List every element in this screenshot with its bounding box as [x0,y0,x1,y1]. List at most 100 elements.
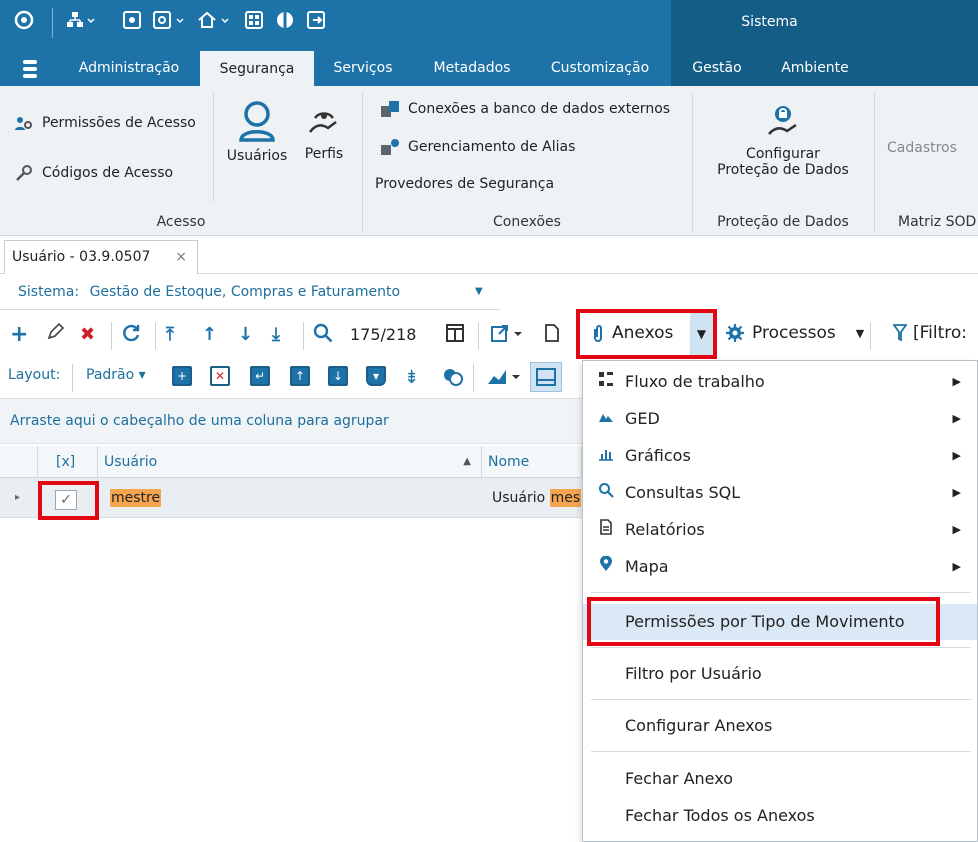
tab-seguranca[interactable]: Segurança [200,51,314,86]
submenu-arrow-icon: ▶ [952,449,961,462]
menu-item-ged-label: GED [625,409,660,428]
app-logo-icon[interactable] [14,10,34,30]
import-layout-icon[interactable]: ↑ [290,366,310,386]
menu-item-filtro-usuario[interactable]: Filtro por Usuário [583,656,977,692]
last-record-icon[interactable]: ⤓ [272,323,280,347]
anexos-button[interactable]: Anexos ▼ [576,309,717,359]
first-record-icon[interactable]: ⤒ [166,323,174,347]
menu-item-mapa[interactable]: Mapa ▶ [583,549,977,585]
panel-icon [536,368,556,386]
calculator-icon[interactable] [244,10,264,30]
gear-icon [726,324,744,342]
chevron-down-icon[interactable]: ▼ [475,274,483,310]
row-expand-icon[interactable]: ▸ [15,478,20,518]
delete-icon[interactable]: ✖ [80,323,95,347]
search-icon[interactable] [313,323,333,350]
panel-toggle-button[interactable] [530,362,562,392]
columns-icon[interactable] [445,323,465,350]
permissoes-acesso-label: Permissões de Acesso [42,115,196,131]
submenu-arrow-icon: ▶ [952,412,961,425]
layout-preset-dropdown[interactable]: Padrão ▾ [86,367,146,383]
anexos-dropdown-arrow[interactable]: ▼ [690,313,713,355]
menu-item-fluxo[interactable]: Fluxo de trabalho ▶ [583,364,977,400]
tab-metadados[interactable]: Metadados [420,50,524,86]
sistema-selector[interactable]: Sistema: Gestão de Estoque, Compras e Fa… [0,274,500,310]
export-icon[interactable] [490,323,524,350]
shield-icon[interactable] [275,10,295,30]
tab-gestao[interactable]: Gestão [680,50,754,86]
permissoes-acesso-button[interactable]: Permissões de Acesso [14,114,196,132]
tab-servicos[interactable]: Serviços [322,50,404,86]
quick-access-separator [52,8,53,38]
document-icon[interactable] [544,323,560,350]
menu-item-fechar-anexo[interactable]: Fechar Anexo [583,761,977,797]
menu-item-relatorios[interactable]: Relatórios ▶ [583,512,977,548]
next-record-icon[interactable]: ↓ [238,323,253,347]
tab-customizacao[interactable]: Customização [538,50,662,86]
cadastros-label: Cadastros [887,140,957,156]
menu-separator [591,647,971,648]
tab-ambiente[interactable]: Ambiente [768,50,862,86]
codigos-acesso-label: Códigos de Acesso [42,165,174,181]
toolbar-separator [870,322,871,350]
gerenciamento-alias-button[interactable]: Gerenciamento de Alias [380,138,575,156]
remove-layout-icon[interactable]: ✕ [210,366,230,386]
return-layout-icon[interactable]: ↵ [250,366,270,386]
app-menu-icon[interactable] [20,58,40,78]
tab-administracao[interactable]: Administração [66,50,192,86]
menu-item-configurar-anexos-label: Configurar Anexos [625,716,773,735]
export-layout-icon[interactable]: ↓ [328,366,348,386]
home-icon[interactable] [197,10,231,30]
brush-icon[interactable]: ▾ [366,366,386,386]
configurar-protecao-button[interactable]: Configurar Proteção de Dados [700,104,866,178]
previous-record-icon[interactable]: ↑ [202,323,217,347]
submenu-arrow-icon: ▶ [952,375,961,388]
exit-icon[interactable] [306,10,326,30]
refresh-window-icon[interactable] [152,10,186,30]
processos-dropdown-icon[interactable]: ▼ [856,327,864,340]
hierarchy-icon[interactable] [66,10,96,30]
cadastros-button[interactable]: Cadastros [887,140,957,156]
ged-icon [595,401,617,437]
nome-highlight: mes [549,489,582,507]
menu-item-fechar-todos-anexos[interactable]: Fechar Todos os Anexos [583,798,977,834]
menu-item-graficos[interactable]: Gráficos ▶ [583,438,977,474]
conexoes-externos-label: Conexões a banco de dados externos [408,101,671,117]
workflow-icon [595,364,617,400]
document-tab-usuario[interactable]: Usuário - 03.9.0507 × [4,240,198,274]
column-header-select[interactable]: [x] [38,446,98,478]
conexoes-externos-button[interactable]: Conexões a banco de dados externos [380,100,670,118]
filtro-button[interactable]: [Filtro: [893,323,967,343]
add-icon[interactable]: + [10,323,28,347]
codigos-acesso-button[interactable]: Códigos de Acesso [14,164,173,182]
document-tab-title: Usuário - 03.9.0507 [12,249,151,265]
view-icon[interactable] [122,10,142,30]
edit-pencil-icon[interactable] [46,322,65,348]
menu-item-ged[interactable]: GED ▶ [583,401,977,437]
submenu-arrow-icon: ▶ [952,523,961,536]
alias-icon [380,138,400,156]
perfis-button[interactable]: Perfis [296,110,352,162]
menu-item-consultas-sql[interactable]: Consultas SQL ▶ [583,475,977,511]
toolbar-separator [72,364,73,392]
anexos-button-content: Anexos [592,323,673,343]
add-layout-icon[interactable]: + [172,366,192,386]
provedores-seguranca-button[interactable]: Provedores de Segurança [375,176,554,192]
lock-hand-icon [768,106,797,135]
paperclip-icon [594,325,602,342]
menu-item-configurar-anexos[interactable]: Configurar Anexos [583,708,977,744]
processos-button[interactable]: Processos ▼ [726,323,864,343]
sort-ascending-icon: ▲ [463,456,471,467]
refresh-icon[interactable] [121,323,141,350]
usuarios-button[interactable]: Usuários [222,100,292,164]
area-chart-icon[interactable] [486,366,522,393]
column-header-usuario[interactable]: Usuário ▲ [98,446,482,478]
shapes-icon[interactable] [442,366,464,393]
checkbox-callout-frame [38,481,99,520]
pin-icon[interactable]: ⇟ [404,366,419,390]
close-tab-icon[interactable]: × [175,241,187,273]
ribbon-separator [213,92,214,202]
ribbon-separator [362,92,363,232]
column-header-nome[interactable]: Nome [482,446,582,478]
menu-bar: Administração Segurança Serviços Metadad… [0,50,978,86]
